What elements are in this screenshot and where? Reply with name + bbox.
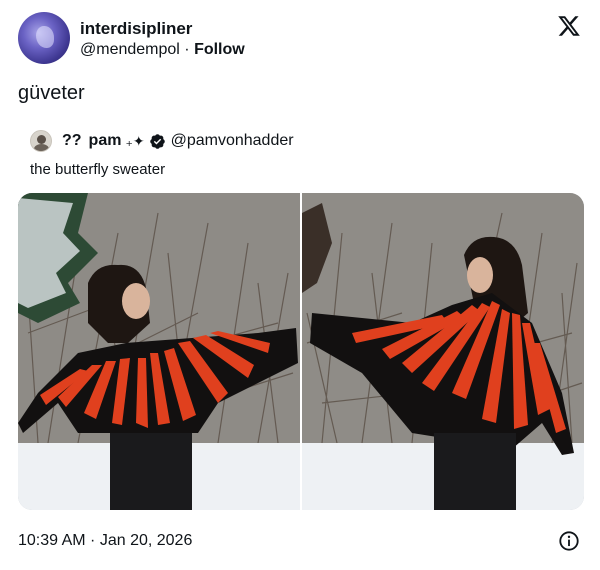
author-avatar[interactable] xyxy=(18,12,70,64)
tweet-header: interdisipliner @mendempol · Follow xyxy=(18,12,584,66)
verified-badge-icon xyxy=(149,133,165,149)
quoted-author-name[interactable]: pam xyxy=(89,132,122,150)
tweet-text: güveter xyxy=(18,82,85,104)
tweet-timestamp[interactable]: 10:39 AM · Jan 20, 2026 xyxy=(18,532,192,550)
quoted-name-prefix: ?? xyxy=(62,132,82,149)
photo-right-image xyxy=(302,193,584,510)
quoted-tweet[interactable]: ?? pam ₊✦ @pamvonhadder the butterfly sw… xyxy=(18,122,584,178)
info-icon[interactable] xyxy=(558,530,580,552)
author-handle-row: @mendempol · Follow xyxy=(80,41,245,59)
quoted-media[interactable] xyxy=(18,193,584,510)
x-logo-icon[interactable] xyxy=(557,14,581,38)
follow-button[interactable]: Follow xyxy=(194,41,245,58)
quoted-author-avatar[interactable] xyxy=(30,130,52,152)
photo-left-image xyxy=(18,193,300,510)
quoted-tweet-text: the butterfly sweater xyxy=(30,161,166,178)
quoted-author-handle[interactable]: @pamvonhadder xyxy=(171,132,294,150)
photo-left[interactable] xyxy=(18,193,300,510)
quoted-name-suffix: ₊✦ xyxy=(125,132,145,149)
author-handle[interactable]: @mendempol xyxy=(80,41,180,58)
author-display-name[interactable]: interdisipliner xyxy=(80,19,192,39)
handle-separator: · xyxy=(179,41,195,58)
quoted-author-meta: ?? pam ₊✦ @pamvonhadder xyxy=(62,132,294,150)
photo-right[interactable] xyxy=(302,193,584,510)
